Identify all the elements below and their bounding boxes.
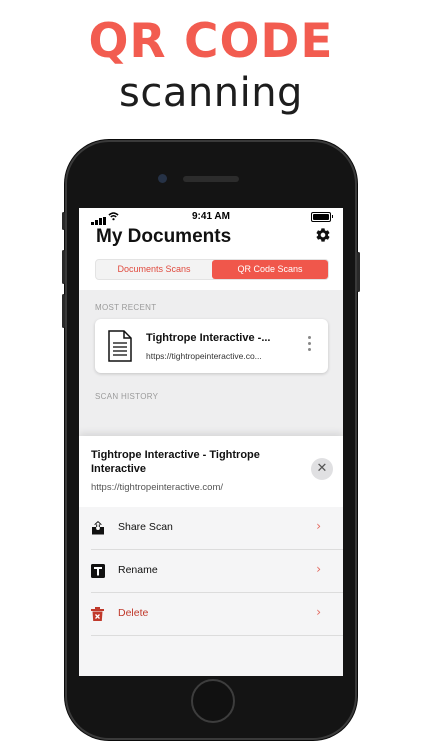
power-button — [357, 252, 360, 292]
rename-action[interactable]: Rename › — [79, 550, 343, 592]
text-icon — [91, 564, 105, 578]
share-scan-action[interactable]: Share Scan › — [79, 507, 343, 549]
trash-icon — [91, 607, 104, 621]
action-sheet: Tightrope Interactive - Tightrope Intera… — [79, 436, 343, 676]
chevron-right-icon: › — [316, 519, 321, 533]
volume-down-button — [62, 294, 65, 328]
battery-icon — [311, 212, 333, 222]
delete-label: Delete — [118, 607, 149, 619]
mute-switch — [62, 212, 65, 230]
more-options-icon[interactable] — [308, 336, 312, 354]
sheet-title: Tightrope Interactive - Tightrope Intera… — [91, 449, 260, 475]
recent-scan-card[interactable]: Tightrope Interactive -... https://tight… — [95, 319, 328, 373]
share-icon — [92, 521, 104, 535]
scan-type-segmented-control: Documents Scans QR Code Scans — [95, 259, 329, 280]
gear-icon[interactable] — [315, 227, 331, 243]
document-icon — [108, 330, 132, 362]
promo-title: QR CODE — [88, 14, 334, 69]
earpiece-speaker — [183, 176, 239, 182]
status-bar: 9:41 AM — [79, 208, 343, 226]
phone-frame: 9:41 AM My Documents Documents Scans QR … — [62, 140, 360, 740]
volume-up-button — [62, 250, 65, 284]
recent-scan-url: https://tightropeinteractive.co... — [146, 351, 262, 361]
action-menu: Share Scan › Rename › Delete › — [79, 507, 343, 676]
chevron-right-icon: › — [316, 562, 321, 576]
share-scan-label: Share Scan — [118, 521, 173, 533]
chevron-right-icon: › — [316, 605, 321, 619]
page-title: My Documents — [96, 226, 232, 247]
status-time: 9:41 AM — [192, 211, 230, 222]
scan-history-label: SCAN HISTORY — [95, 392, 159, 401]
sheet-url: https://tightropeinteractive.com/ — [91, 482, 224, 493]
tab-documents-scans[interactable]: Documents Scans — [96, 260, 212, 279]
most-recent-label: MOST RECENT — [95, 303, 157, 312]
divider — [91, 635, 343, 636]
rename-label: Rename — [118, 564, 158, 576]
home-button[interactable] — [191, 679, 235, 723]
promo-subtitle: scanning — [119, 70, 303, 116]
delete-action[interactable]: Delete › — [79, 593, 343, 635]
tab-qr-code-scans[interactable]: QR Code Scans — [212, 260, 328, 279]
recent-scan-title: Tightrope Interactive -... — [146, 332, 271, 344]
front-camera — [158, 174, 167, 183]
close-button[interactable]: ✕ — [311, 458, 333, 480]
app-screen: 9:41 AM My Documents Documents Scans QR … — [79, 208, 343, 676]
